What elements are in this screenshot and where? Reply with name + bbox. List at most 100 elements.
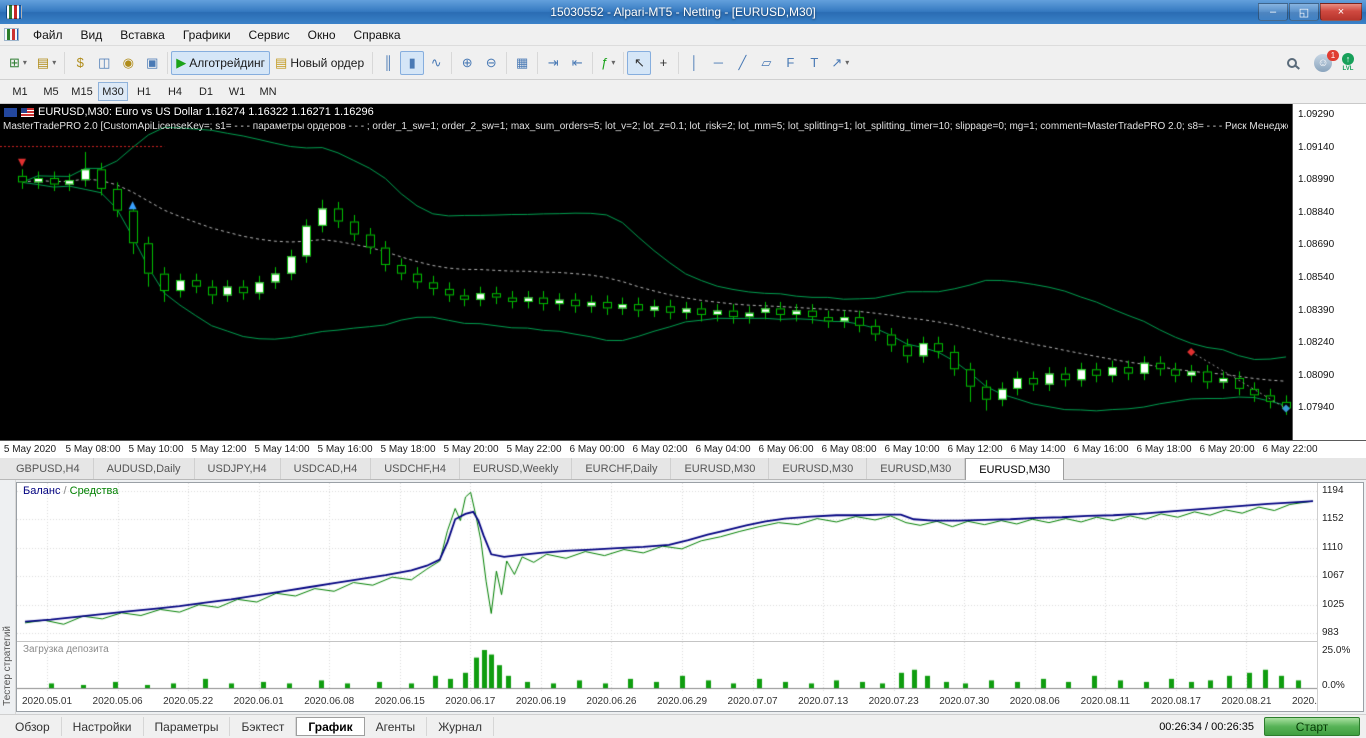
chart-tab-3[interactable]: USDCAD,H4 bbox=[281, 458, 372, 479]
date-tick: 2020.06.15 bbox=[374, 696, 425, 707]
navigator-button[interactable]: ◉ bbox=[116, 51, 140, 75]
new-order-button[interactable]: ▤ Новый ордер bbox=[270, 51, 369, 75]
channel-button[interactable]: ▱ bbox=[754, 51, 778, 75]
toolbar: ⊞ ▾ ▤ ▾ $ ◫ ◉ ▣ ▶ Алготрейдинг ▤ Новый ордер ║ ▮ ∿ ⊕ ⊖ ▦ ⇥… bbox=[0, 46, 1366, 80]
time-tick: 6 May 08:00 bbox=[821, 444, 877, 455]
navigator-icon: ◉ bbox=[122, 55, 134, 70]
chart-shift-button[interactable]: ⇤ bbox=[565, 51, 589, 75]
tester-chart-area: Баланс / Средства Загрузка депозита 2020… bbox=[16, 482, 1364, 712]
restore-button[interactable]: ◱ bbox=[1289, 3, 1319, 21]
chart-tab-4[interactable]: USDCHF,H4 bbox=[371, 458, 460, 479]
legend-separator: / bbox=[60, 485, 70, 497]
timeframe-M5[interactable]: M5 bbox=[36, 82, 66, 101]
arrows-button[interactable]: ↗ ▾ bbox=[826, 51, 854, 75]
data-window-button[interactable]: ◫ bbox=[92, 51, 116, 75]
market-watch-button[interactable]: $ bbox=[68, 51, 92, 75]
timeframe-M15[interactable]: M15 bbox=[67, 82, 97, 101]
chart-tab-9[interactable]: EURUSD,M30 bbox=[867, 458, 966, 479]
toolbox-button[interactable]: ▣ bbox=[140, 51, 164, 75]
menu-help[interactable]: Справка bbox=[345, 26, 410, 44]
algotrading-button[interactable]: ▶ Алготрейдинг bbox=[171, 50, 271, 75]
window-controls: – ◱ × bbox=[1257, 3, 1366, 21]
arrows-icon: ↗ bbox=[831, 55, 843, 70]
tester-tab-agents[interactable]: Агенты bbox=[365, 717, 428, 736]
profiles-button[interactable]: ▤ ▾ bbox=[32, 51, 61, 75]
tester-side-strip: Тестер стратегий bbox=[0, 480, 16, 714]
price-tick: 1.07940 bbox=[1298, 402, 1335, 414]
indicators-button[interactable]: ƒ ▾ bbox=[596, 51, 620, 75]
time-scale[interactable]: 5 May 2020 5 May 08:00 5 May 10:00 5 May 12… bbox=[0, 440, 1366, 458]
chart-tab-6[interactable]: EURCHF,Daily bbox=[572, 458, 672, 479]
menu-insert[interactable]: Вставка bbox=[111, 26, 174, 44]
search-button[interactable] bbox=[1280, 51, 1304, 75]
menu-tools[interactable]: Сервис bbox=[240, 26, 299, 44]
time-tick: 5 May 22:00 bbox=[506, 444, 562, 455]
time-tick: 6 May 20:00 bbox=[1199, 444, 1255, 455]
time-tick: 6 May 10:00 bbox=[884, 444, 940, 455]
candles-button[interactable]: ▮ bbox=[400, 50, 425, 75]
price-chart-canvas[interactable] bbox=[0, 104, 1292, 440]
hline-button[interactable]: ─ bbox=[706, 51, 730, 75]
legend-balance: Баланс bbox=[23, 485, 61, 497]
auto-scroll-button[interactable]: ⇥ bbox=[541, 51, 565, 75]
new-order-button-label: Новый ордер bbox=[290, 55, 365, 70]
tester-tab-inputs[interactable]: Параметры bbox=[144, 717, 231, 736]
price-scale[interactable]: 1.09290 1.09140 1.08990 1.08840 1.08690 1.085… bbox=[1292, 104, 1366, 440]
menu-bar: Файл Вид Вставка Графики Сервис Окно Справка bbox=[0, 24, 1366, 46]
date-tick: 2020.07.23 bbox=[868, 696, 919, 707]
zoom-out-icon: ⊖ bbox=[485, 55, 497, 70]
date-tick: 2020.06.29 bbox=[656, 696, 708, 707]
toolbar-separator bbox=[167, 51, 169, 74]
tester-tab-backtest[interactable]: Бэктест bbox=[230, 717, 297, 736]
zoom-out-button[interactable]: ⊖ bbox=[479, 51, 503, 75]
timeframe-D1[interactable]: D1 bbox=[191, 82, 221, 101]
tester-tab-settings[interactable]: Настройки bbox=[62, 717, 144, 736]
date-tick: 2020.08.21 bbox=[1221, 696, 1272, 707]
trendline-button[interactable]: ╱ bbox=[730, 51, 754, 75]
tester-tab-journal[interactable]: Журнал bbox=[427, 717, 494, 736]
tester-tab-overview[interactable]: Обзор bbox=[4, 717, 62, 736]
start-button[interactable]: Старт bbox=[1264, 717, 1360, 736]
bars-button[interactable]: ║ bbox=[376, 51, 400, 75]
time-tick: 5 May 08:00 bbox=[65, 444, 121, 455]
line-chart-button[interactable]: ∿ bbox=[424, 51, 448, 75]
timeframe-M30[interactable]: M30 bbox=[98, 82, 128, 101]
menu-view[interactable]: Вид bbox=[72, 26, 112, 44]
close-button[interactable]: × bbox=[1320, 3, 1362, 21]
chart-tab-0[interactable]: GBPUSD,H4 bbox=[3, 458, 94, 479]
deposit-load-canvas[interactable] bbox=[17, 642, 1317, 693]
zoom-in-button[interactable]: ⊕ bbox=[455, 51, 479, 75]
menu-file[interactable]: Файл bbox=[24, 26, 72, 44]
menu-charts[interactable]: Графики bbox=[174, 26, 240, 44]
minimize-button[interactable]: – bbox=[1258, 3, 1288, 21]
text-button[interactable]: T bbox=[802, 51, 826, 75]
chart-tab-2[interactable]: USDJPY,H4 bbox=[195, 458, 281, 479]
app-icon bbox=[6, 5, 22, 19]
timeframe-H4[interactable]: H4 bbox=[160, 82, 190, 101]
lvl-button[interactable]: ↑ LVL bbox=[1342, 53, 1354, 72]
vline-button[interactable]: │ bbox=[682, 51, 706, 75]
tile-windows-button[interactable]: ▦ bbox=[510, 51, 534, 75]
timeframe-M1[interactable]: M1 bbox=[5, 82, 35, 101]
date-tick: 2020.05.01 bbox=[21, 696, 73, 707]
timeframe-W1[interactable]: W1 bbox=[222, 82, 252, 101]
crosshair-button[interactable]: + bbox=[651, 51, 675, 75]
community-button[interactable]: ☺ 1 bbox=[1314, 49, 1339, 72]
toolbar-separator bbox=[64, 51, 66, 74]
channel-icon: ▱ bbox=[761, 55, 772, 70]
chart-tab-10[interactable]: EURUSD,M30 bbox=[965, 458, 1065, 480]
fibo-button[interactable]: F bbox=[778, 51, 802, 75]
new-chart-button[interactable]: ⊞ ▾ bbox=[4, 51, 32, 75]
legend-equity: Средства bbox=[69, 485, 119, 497]
tester-tab-graph[interactable]: График bbox=[296, 717, 365, 736]
chart-tab-1[interactable]: AUDUSD,Daily bbox=[94, 458, 195, 479]
time-tick: 6 May 12:00 bbox=[947, 444, 1003, 455]
timeframe-H1[interactable]: H1 bbox=[129, 82, 159, 101]
chart-tab-5[interactable]: EURUSD,Weekly bbox=[460, 458, 573, 479]
menu-window[interactable]: Окно bbox=[299, 26, 345, 44]
chart-tab-7[interactable]: EURUSD,M30 bbox=[671, 458, 770, 479]
timeframe-MN[interactable]: MN bbox=[253, 82, 283, 101]
cursor-button[interactable]: ↖ bbox=[627, 50, 652, 75]
chart-tab-8[interactable]: EURUSD,M30 bbox=[769, 458, 868, 479]
balance-chart-canvas[interactable] bbox=[17, 483, 1317, 641]
